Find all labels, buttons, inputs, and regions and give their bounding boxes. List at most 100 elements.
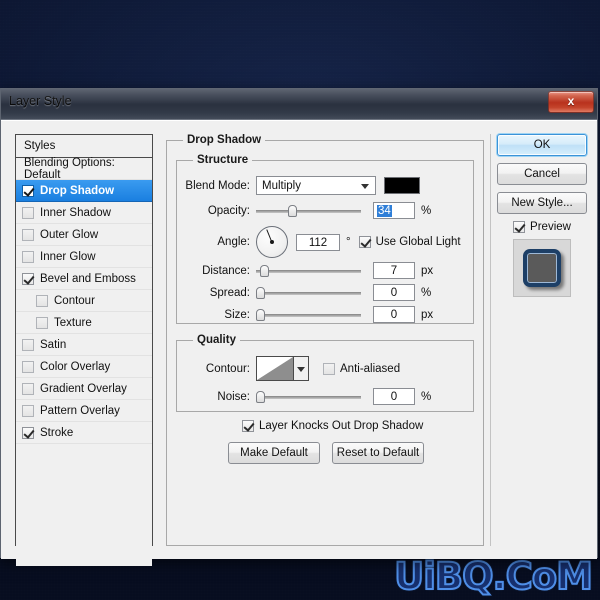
make-default-button[interactable]: Make Default xyxy=(228,442,320,464)
spread-slider-thumb[interactable] xyxy=(256,286,265,299)
distance-input[interactable]: 7 xyxy=(373,262,415,279)
size-slider[interactable] xyxy=(256,308,361,322)
checkbox-icon xyxy=(242,420,254,432)
style-list-item[interactable]: Blending Options: Default xyxy=(16,156,152,181)
dialog-actions-panel: OK Cancel New Style... Preview xyxy=(497,134,587,297)
blend-mode-value: Multiply xyxy=(262,179,301,192)
checkbox-icon[interactable] xyxy=(22,184,34,197)
style-list-item-label: Texture xyxy=(54,316,92,329)
use-global-light-checkbox[interactable]: Use Global Light xyxy=(358,236,461,248)
layer-knocks-out-label: Layer Knocks Out Drop Shadow xyxy=(259,420,424,432)
size-slider-thumb[interactable] xyxy=(256,308,265,321)
reset-to-default-button[interactable]: Reset to Default xyxy=(332,442,424,464)
contour-row: Contour: Anti-aliased xyxy=(176,356,400,381)
ok-button[interactable]: OK xyxy=(497,134,587,156)
spread-label: Spread: xyxy=(209,286,250,299)
style-list-item[interactable]: Outer Glow xyxy=(16,224,152,246)
style-list-item-label: Blending Options: Default xyxy=(24,156,115,181)
preview-checkbox[interactable]: Preview xyxy=(513,221,571,233)
size-label: Size: xyxy=(224,308,250,321)
spread-slider[interactable] xyxy=(256,286,361,300)
blend-mode-dropdown[interactable]: Multiply xyxy=(256,176,376,195)
style-list-item-label: Outer Glow xyxy=(40,228,99,241)
checkbox-icon[interactable] xyxy=(22,426,34,439)
preview-shape xyxy=(523,249,561,287)
angle-dial[interactable] xyxy=(256,226,288,258)
style-list-item[interactable]: Inner Shadow xyxy=(16,202,152,224)
shadow-color-swatch[interactable] xyxy=(384,177,420,194)
style-list-item-label: Stroke xyxy=(40,426,74,439)
checkbox-icon[interactable] xyxy=(22,360,34,373)
checkbox-icon[interactable] xyxy=(22,250,34,263)
spread-input[interactable]: 0 xyxy=(373,284,415,301)
checkbox-icon[interactable] xyxy=(36,316,48,329)
style-list-item[interactable]: Drop Shadow xyxy=(16,180,152,202)
opacity-slider[interactable] xyxy=(256,204,361,218)
distance-slider-track xyxy=(256,269,361,273)
style-list-item[interactable]: Pattern Overlay xyxy=(16,400,152,422)
close-icon[interactable]: x xyxy=(548,91,594,113)
preview-label: Preview xyxy=(530,221,571,233)
angle-input[interactable]: 112 xyxy=(296,233,340,251)
checkbox-icon[interactable] xyxy=(36,294,48,307)
style-list-item-label: Inner Shadow xyxy=(40,206,111,219)
checkbox-icon[interactable] xyxy=(22,404,34,417)
checkbox-icon[interactable] xyxy=(22,382,34,395)
opacity-unit: % xyxy=(421,204,432,217)
quality-group-title: Quality xyxy=(197,334,236,346)
styles-list-panel: Styles Blending Options: Default Drop Sha… xyxy=(15,134,153,566)
anti-aliased-checkbox[interactable]: Anti-aliased xyxy=(323,362,400,375)
size-input[interactable]: 0 xyxy=(373,306,415,323)
checkbox-icon[interactable] xyxy=(22,228,34,241)
styles-list[interactable]: Blending Options: Default Drop Shadow Inne… xyxy=(16,156,152,444)
preview-thumbnail xyxy=(513,239,571,297)
contour-preview-icon xyxy=(257,357,293,380)
style-list-item[interactable]: Stroke xyxy=(16,422,152,444)
layer-knocks-out-checkbox[interactable]: Layer Knocks Out Drop Shadow xyxy=(242,420,423,432)
contour-label: Contour: xyxy=(205,362,250,375)
drop-shadow-group-title: Drop Shadow xyxy=(187,134,262,146)
style-list-item[interactable]: Texture xyxy=(16,312,152,334)
chevron-down-icon[interactable] xyxy=(293,357,308,380)
panel-divider xyxy=(490,134,491,546)
style-list-item[interactable]: Bevel and Emboss xyxy=(16,268,152,290)
style-list-item-label: Gradient Overlay xyxy=(40,382,127,395)
style-list-item-label: Inner Glow xyxy=(40,250,96,263)
blend-mode-label: Blend Mode: xyxy=(185,179,250,192)
checkbox-icon[interactable] xyxy=(22,206,34,219)
noise-slider-thumb[interactable] xyxy=(256,390,265,403)
angle-label: Angle: xyxy=(217,236,250,248)
distance-unit: px xyxy=(421,264,434,277)
distance-slider[interactable] xyxy=(256,264,361,278)
opacity-value: 34 xyxy=(377,205,392,217)
style-list-item[interactable]: Inner Glow xyxy=(16,246,152,268)
checkbox-icon[interactable] xyxy=(22,272,34,285)
size-row: Size: 0 px xyxy=(176,306,433,323)
style-list-item-label: Bevel and Emboss xyxy=(40,272,136,285)
styles-list-header: Styles xyxy=(16,135,152,158)
style-list-item-label: Drop Shadow xyxy=(40,184,115,197)
new-style-button[interactable]: New Style... xyxy=(497,192,587,214)
style-list-item[interactable]: Gradient Overlay xyxy=(16,378,152,400)
noise-row: Noise: 0 % xyxy=(176,388,431,405)
dialog-titlebar[interactable]: Layer Style x xyxy=(1,88,597,120)
default-buttons-row: Make Default Reset to Default xyxy=(228,442,424,464)
dialog-title: Layer Style xyxy=(9,94,72,108)
style-list-item[interactable]: Contour xyxy=(16,290,152,312)
distance-slider-thumb[interactable] xyxy=(260,264,269,277)
checkbox-icon xyxy=(513,221,526,233)
noise-input[interactable]: 0 xyxy=(373,388,415,405)
distance-label: Distance: xyxy=(202,264,250,277)
opacity-slider-track xyxy=(256,209,361,213)
structure-group-title: Structure xyxy=(197,154,249,166)
style-list-item[interactable]: Satin xyxy=(16,334,152,356)
style-list-item[interactable]: Color Overlay xyxy=(16,356,152,378)
contour-picker[interactable] xyxy=(256,356,309,381)
checkbox-icon[interactable] xyxy=(22,338,34,351)
noise-slider[interactable] xyxy=(256,390,361,404)
cancel-button[interactable]: Cancel xyxy=(497,163,587,185)
opacity-input[interactable]: 34 xyxy=(373,202,415,219)
site-watermark: UiBQ.CoM xyxy=(393,554,594,599)
opacity-slider-thumb[interactable] xyxy=(288,204,297,217)
spread-unit: % xyxy=(421,286,432,299)
